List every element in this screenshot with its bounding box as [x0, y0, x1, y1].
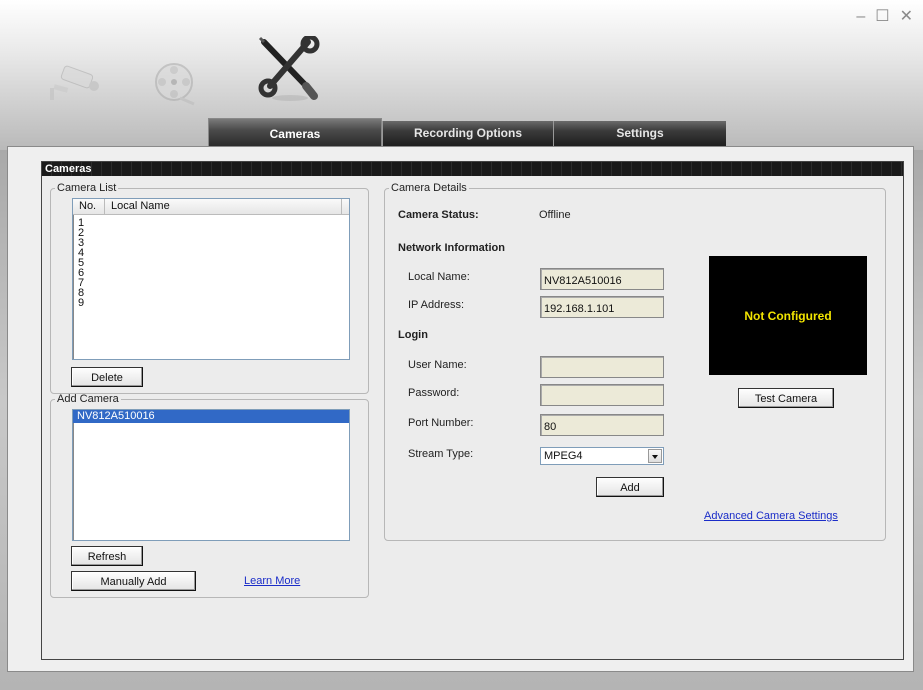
- list-item[interactable]: 6: [73, 268, 349, 279]
- list-item[interactable]: 9: [73, 298, 349, 309]
- camera-status-value: Offline: [539, 209, 571, 221]
- discovered-cameras-list[interactable]: NV812A510016: [72, 409, 350, 541]
- learn-more-link[interactable]: Learn More: [244, 575, 300, 587]
- camera-list-legend: Camera List: [57, 182, 117, 194]
- add-camera-legend: Add Camera: [57, 393, 119, 405]
- camera-icon[interactable]: [48, 60, 104, 104]
- film-reel-icon[interactable]: [150, 60, 198, 106]
- test-camera-button[interactable]: Test Camera: [738, 388, 834, 408]
- cameras-panel: Cameras Camera List No. Local Name 1 2 3…: [41, 161, 904, 660]
- column-header-local-name[interactable]: Local Name: [105, 199, 342, 214]
- window-controls: – ☐ ✕: [856, 8, 913, 26]
- list-item[interactable]: 3: [73, 238, 349, 249]
- stream-type-label: Stream Type:: [408, 448, 474, 460]
- column-header-no[interactable]: No.: [73, 199, 105, 214]
- close-icon[interactable]: ✕: [900, 8, 913, 26]
- local-name-label: Local Name:: [408, 271, 470, 283]
- list-item[interactable]: 7: [73, 278, 349, 289]
- user-name-label: User Name:: [408, 359, 467, 371]
- list-item[interactable]: 2: [73, 228, 349, 239]
- port-number-field[interactable]: 80: [540, 414, 664, 436]
- list-item[interactable]: NV812A510016: [73, 410, 349, 423]
- app-window: – ☐ ✕ Cameras Recording Options Settings…: [0, 0, 923, 690]
- ip-address-label: IP Address:: [408, 299, 465, 311]
- list-item[interactable]: 1: [73, 218, 349, 229]
- delete-button[interactable]: Delete: [71, 367, 143, 387]
- camera-status-label: Camera Status:: [398, 209, 479, 221]
- tools-icon[interactable]: [256, 36, 320, 104]
- list-item[interactable]: 4: [73, 248, 349, 259]
- panel-title: Cameras: [42, 162, 903, 176]
- tab-bar: Cameras Recording Options Settings: [208, 118, 726, 147]
- advanced-camera-settings-link[interactable]: Advanced Camera Settings: [704, 510, 838, 522]
- list-item[interactable]: 5: [73, 258, 349, 269]
- maximize-icon[interactable]: ☐: [875, 8, 889, 26]
- password-field[interactable]: [540, 384, 664, 406]
- manually-add-button[interactable]: Manually Add: [71, 571, 196, 591]
- login-heading: Login: [398, 329, 428, 341]
- camera-list[interactable]: No. Local Name 1 2 3 4 5 6 7 8 9: [72, 198, 350, 360]
- chevron-down-icon[interactable]: [648, 449, 662, 463]
- tab-recording-options[interactable]: Recording Options: [382, 121, 553, 146]
- port-number-label: Port Number:: [408, 417, 474, 429]
- tab-settings[interactable]: Settings: [553, 121, 726, 146]
- preview-status-text: Not Configured: [744, 308, 832, 323]
- list-item[interactable]: 8: [73, 288, 349, 299]
- minimize-icon[interactable]: –: [856, 8, 865, 26]
- camera-list-header: No. Local Name: [73, 199, 349, 215]
- stream-type-select[interactable]: MPEG4: [540, 447, 664, 465]
- add-button[interactable]: Add: [596, 477, 664, 497]
- camera-preview: Not Configured: [709, 256, 867, 375]
- stream-type-value: MPEG4: [544, 450, 583, 462]
- user-name-field[interactable]: [540, 356, 664, 378]
- content-area: Cameras Camera List No. Local Name 1 2 3…: [7, 146, 914, 672]
- camera-details-legend: Camera Details: [391, 182, 467, 194]
- tab-cameras[interactable]: Cameras: [208, 118, 382, 147]
- password-label: Password:: [408, 387, 460, 399]
- ip-address-field[interactable]: 192.168.1.101: [540, 296, 664, 318]
- local-name-field[interactable]: NV812A510016: [540, 268, 664, 290]
- network-information-heading: Network Information: [398, 242, 505, 254]
- refresh-button[interactable]: Refresh: [71, 546, 143, 566]
